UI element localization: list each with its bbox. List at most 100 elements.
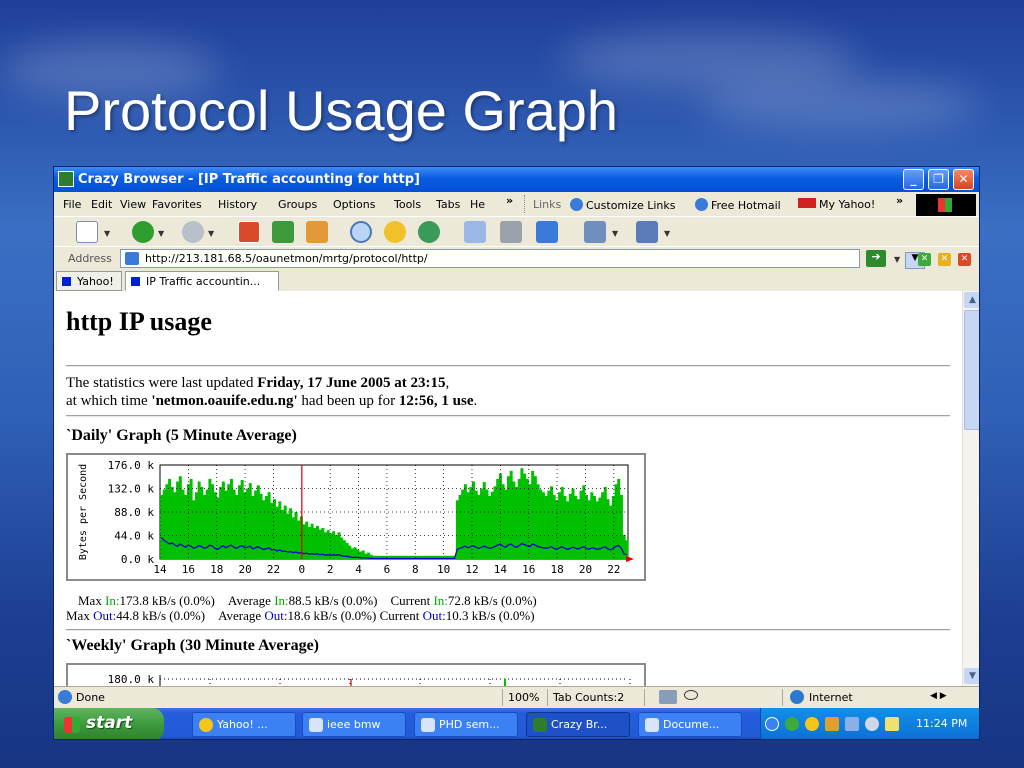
- link-free-hotmail[interactable]: Free Hotmail: [695, 198, 781, 212]
- tray-yahoo-icon[interactable]: [805, 717, 819, 731]
- in-traffic-bar: [173, 492, 177, 559]
- menu-groups[interactable]: Groups: [278, 198, 317, 211]
- forward-button-icon[interactable]: [182, 221, 204, 243]
- in-traffic-bar: [229, 478, 233, 559]
- in-traffic-bar: [601, 492, 605, 559]
- menu-options[interactable]: Options: [333, 198, 375, 211]
- stop-icon[interactable]: [238, 221, 260, 243]
- tray-display-icon[interactable]: [825, 717, 839, 731]
- word-document-icon: [421, 718, 435, 732]
- taskbar-item-crazy-browser[interactable]: Crazy Br...: [526, 712, 630, 737]
- menu-file[interactable]: File: [63, 198, 81, 211]
- weekly-graph-frame: 180.0 k: [66, 663, 646, 686]
- in-traffic-bar: [614, 484, 618, 559]
- menu-tools[interactable]: Tools: [394, 198, 421, 211]
- in-traffic-bar: [463, 484, 467, 559]
- dropdown-arrow-icon[interactable]: ▼: [208, 229, 214, 238]
- links-more-chevron[interactable]: »: [896, 194, 903, 207]
- dropdown-arrow-icon[interactable]: ▼: [612, 229, 618, 238]
- menu-tabs[interactable]: Tabs: [436, 198, 460, 211]
- taskbar-item-label: Docume...: [663, 718, 720, 731]
- menu-bar: File Edit View Favorites History Groups …: [54, 192, 979, 216]
- yahoo-smiley-icon: [199, 718, 213, 732]
- in-traffic-bar: [246, 488, 250, 559]
- edit-page-icon[interactable]: [536, 221, 558, 243]
- favorites-star-icon[interactable]: [384, 221, 406, 243]
- menu-help[interactable]: He: [470, 198, 485, 211]
- address-input[interactable]: http://213.181.68.5/oaunetmon/mrtg/proto…: [120, 249, 925, 269]
- minimize-button[interactable]: _: [903, 169, 924, 190]
- dropdown-arrow-icon[interactable]: ▼: [158, 229, 164, 238]
- stats-cur-in: 72.8 kB/s (0.0%): [447, 593, 537, 608]
- back-button-icon[interactable]: [132, 221, 154, 243]
- close-all-green-icon[interactable]: ✕: [918, 253, 931, 266]
- ie-page-icon: [58, 690, 72, 704]
- in-traffic-bar: [176, 481, 180, 559]
- menu-more-chevron[interactable]: »: [506, 194, 513, 207]
- close-button[interactable]: ✕: [953, 169, 974, 190]
- tab-layout-icon[interactable]: [636, 221, 658, 243]
- in-traffic-bar: [609, 505, 613, 559]
- taskbar-item-ieee-bmw[interactable]: ieee bmw: [302, 712, 406, 737]
- taskbar-item-documents[interactable]: Docume...: [638, 712, 742, 737]
- eye-icon[interactable]: [684, 690, 698, 700]
- messenger-icon[interactable]: [584, 221, 606, 243]
- popup-blocker-icon[interactable]: [659, 690, 677, 704]
- zoom-level[interactable]: 100%: [508, 691, 539, 704]
- status-bar: Done 100% Tab Counts:2 Internet ◀ ▶: [54, 686, 979, 708]
- tray-collapse-icon[interactable]: [765, 717, 779, 731]
- links-label: Links: [533, 198, 562, 211]
- menu-edit[interactable]: Edit: [91, 198, 112, 211]
- tray-volume-icon[interactable]: [865, 717, 879, 731]
- tray-network-icon[interactable]: [785, 717, 799, 731]
- menu-favorites[interactable]: Favorites: [152, 198, 202, 211]
- link-my-yahoo[interactable]: My Yahoo!: [798, 198, 875, 211]
- home-icon[interactable]: [306, 221, 328, 243]
- tab-ip-traffic[interactable]: IP Traffic accountin...: [125, 271, 279, 291]
- vertical-scrollbar[interactable]: ▲ ▼: [962, 291, 979, 686]
- tab-nav-arrows[interactable]: ◀ ▶: [930, 691, 947, 701]
- tray-monitor-icon[interactable]: [845, 717, 859, 731]
- divider: [66, 365, 950, 367]
- search-icon[interactable]: [350, 221, 372, 243]
- mail-icon[interactable]: [464, 221, 486, 243]
- y-tick-label: 0.0 k: [121, 553, 154, 566]
- taskbar-item-label: PHD sem...: [439, 718, 500, 731]
- in-traffic-bar: [504, 489, 508, 559]
- scroll-thumb[interactable]: [964, 310, 979, 430]
- dropdown-arrow-icon[interactable]: ▼: [664, 229, 670, 238]
- host-name: 'netmon.oauife.edu.ng': [151, 393, 298, 409]
- in-traffic-bar: [466, 492, 470, 559]
- in-traffic-bar: [165, 484, 169, 559]
- menu-view[interactable]: View: [120, 198, 146, 211]
- close-others-yellow-icon[interactable]: ✕: [938, 253, 951, 266]
- dropdown-arrow-icon[interactable]: ▼: [894, 255, 900, 264]
- start-label: start: [86, 713, 133, 733]
- restore-button[interactable]: ❐: [928, 169, 949, 190]
- close-tab-red-icon[interactable]: ✕: [958, 253, 971, 266]
- print-icon[interactable]: [500, 221, 522, 243]
- stats-out-line: Max Out:44.8 kB/s (0.0%) Average Out:18.…: [66, 608, 535, 624]
- new-page-icon[interactable]: [76, 221, 98, 243]
- dropdown-arrow-icon[interactable]: ▼: [104, 229, 110, 238]
- scroll-down-icon[interactable]: ▼: [964, 668, 979, 684]
- daily-traffic-chart: Bytes per Second 0.0 k 44.0 k 88.0 k 132.0 k…: [78, 459, 634, 576]
- y-tick-label: 180.0 k: [108, 673, 155, 686]
- start-button[interactable]: start: [54, 708, 164, 739]
- in-traffic-bar: [168, 478, 172, 559]
- taskbar-item-yahoo[interactable]: Yahoo! ...: [192, 712, 296, 737]
- refresh-icon[interactable]: [272, 221, 294, 243]
- in-traffic-bar: [461, 489, 465, 559]
- status-separator: [644, 689, 645, 706]
- scroll-up-icon[interactable]: ▲: [964, 292, 979, 308]
- go-arrow-icon[interactable]: ➔: [866, 250, 886, 267]
- x-tick-label: 14: [153, 563, 167, 576]
- stats-in-label: In:: [274, 593, 289, 608]
- tab-yahoo[interactable]: Yahoo!: [56, 271, 122, 291]
- last-updated-prefix: The statistics were last updated: [66, 375, 258, 391]
- taskbar-item-phd-sem[interactable]: PHD sem...: [414, 712, 518, 737]
- link-customize-links[interactable]: Customize Links: [570, 198, 676, 212]
- history-icon[interactable]: [418, 221, 440, 243]
- menu-history[interactable]: History: [218, 198, 257, 211]
- tray-chat-icon[interactable]: [885, 717, 899, 731]
